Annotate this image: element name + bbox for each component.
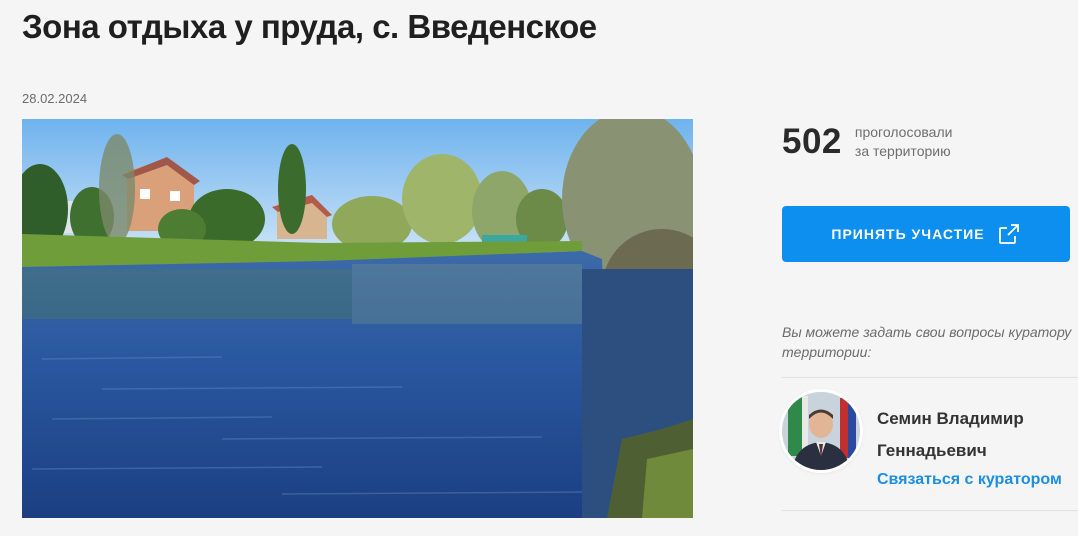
votes-count: 502 [782, 122, 842, 161]
participate-button-label: ПРИНЯТЬ УЧАСТИЕ [831, 226, 985, 242]
curator-name-line2: Геннадьевич [877, 441, 987, 460]
curator-hint-line2: территории: [782, 344, 872, 360]
curator-hint: Вы можете задать свои вопросы куратору т… [782, 322, 1078, 362]
territory-photo [22, 119, 693, 518]
participate-button[interactable]: ПРИНЯТЬ УЧАСТИЕ [782, 206, 1070, 262]
external-link-icon [998, 224, 1019, 244]
divider [782, 377, 1078, 378]
votes-label-line2: за территорию [854, 143, 951, 159]
curator-name: Семин Владимир Геннадьевич [877, 403, 1024, 467]
votes-label-line1: проголосовали [854, 124, 953, 140]
divider [782, 510, 1078, 511]
votes-label: проголосовали за территорию [855, 123, 953, 161]
publish-date: 28.02.2024 [22, 91, 88, 106]
contact-curator-link[interactable]: Связаться с куратором [877, 471, 1062, 489]
curator-avatar [782, 392, 860, 470]
votes-counter: 502 проголосовали за территорию [782, 122, 952, 162]
curator-hint-line1: Вы можете задать свои вопросы куратору [782, 324, 1072, 340]
page-title: Зона отдыха у пруда, с. Введенское [22, 8, 597, 45]
curator-name-line1: Семин Владимир [877, 409, 1024, 428]
